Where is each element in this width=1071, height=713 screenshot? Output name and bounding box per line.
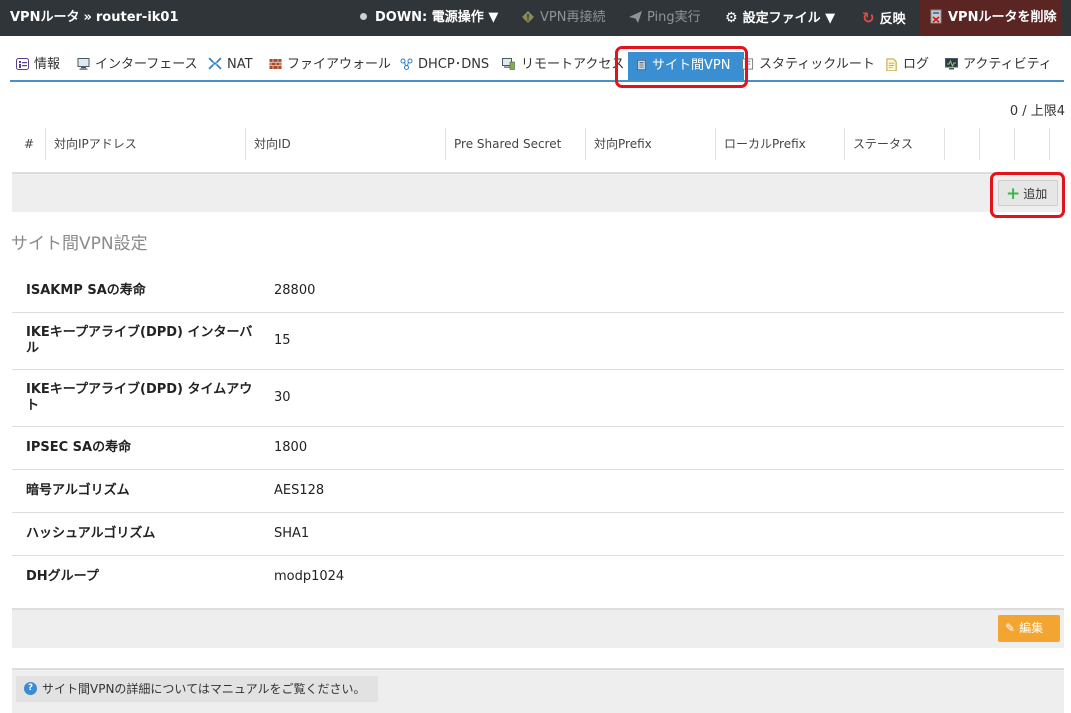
settings-section-title: サイト間VPN設定 xyxy=(11,234,148,254)
settings-row: IPSEC SAの寿命 1800 xyxy=(12,427,1064,470)
config-file-label: 設定ファイル xyxy=(742,11,821,26)
tab-activity[interactable]: アクティビティ xyxy=(945,50,1052,80)
settings-row: ハッシュアルゴリズム SHA1 xyxy=(12,513,1064,556)
settings-row: ISAKMP SAの寿命 28800 xyxy=(12,269,1064,313)
chevron-down-icon: ▼ xyxy=(825,11,836,26)
status-dot-icon xyxy=(360,13,367,20)
settings-row-value: 28800 xyxy=(274,283,316,298)
tab-bar: 情報 インターフェース NAT ファイアウォール DHCP･DNS リモートアク… xyxy=(10,50,1064,82)
power-dropdown-label: DOWN: 電源操作 xyxy=(375,10,484,25)
tab-label: アクティビティ xyxy=(963,57,1052,72)
settings-row-label: ISAKMP SAの寿命 xyxy=(26,283,146,298)
tab-label: DHCP･DNS xyxy=(418,57,490,72)
settings-row: 暗号アルゴリズム AES128 xyxy=(12,470,1064,513)
breadcrumb-root[interactable]: VPNルータ xyxy=(10,10,79,25)
activity-monitor-icon xyxy=(945,57,958,69)
apply-label: 反映 xyxy=(879,12,906,27)
table-header: # 対向IPアドレス 対向ID Pre Shared Secret 対向Pref… xyxy=(12,128,1064,160)
chevron-down-icon: ▼ xyxy=(488,10,499,25)
help-note: ? サイト間VPNの詳細についてはマニュアルをご覧ください。 xyxy=(16,676,378,702)
table-footer-bar xyxy=(12,172,1064,212)
tab-label: リモートアクセス xyxy=(521,57,625,72)
settings-row-label: 暗号アルゴリズム xyxy=(26,483,130,498)
settings-footer-bar xyxy=(12,608,1064,648)
firewall-icon xyxy=(269,58,282,69)
settings-row-label: ハッシュアルゴリズム xyxy=(26,526,156,541)
settings-row-value: 30 xyxy=(274,390,291,405)
add-button-highlight xyxy=(990,172,1065,218)
settings-row-value: SHA1 xyxy=(274,526,310,541)
tab-label: ファイアウォール xyxy=(287,57,392,72)
tab-log[interactable]: ログ xyxy=(886,50,929,80)
tab-label: NAT xyxy=(227,57,253,72)
gear-icon: ⚙ xyxy=(725,10,738,26)
tab-label: ログ xyxy=(903,57,930,72)
tab-label: スタティックルート xyxy=(759,57,875,72)
edit-button-label: 編集 xyxy=(1019,621,1044,635)
tab-remote-access[interactable]: リモートアクセス xyxy=(501,50,624,80)
settings-row-value: modp1024 xyxy=(274,569,345,584)
active-tab-highlight xyxy=(615,46,748,88)
help-note-text: サイト間VPNの詳細についてはマニュアルをご覧ください。 xyxy=(42,682,366,696)
info-icon xyxy=(16,57,29,70)
settings-row-label: IPSEC SAの寿命 xyxy=(26,440,132,455)
column-header-peer-id: 対向ID xyxy=(245,128,445,160)
refresh-icon: ↻ xyxy=(862,9,875,27)
delete-router-label: VPNルータを削除 xyxy=(948,10,1057,25)
settings-row: DHグループ modp1024 xyxy=(12,556,1064,599)
vpn-reconnect-button[interactable]: VPN再接続 xyxy=(521,0,605,36)
column-header-peer-ip: 対向IPアドレス xyxy=(45,128,245,160)
item-count: 0 / 上限4 xyxy=(1009,104,1065,119)
tab-nat[interactable]: NAT xyxy=(208,50,253,80)
column-header-pre-shared-secret: Pre Shared Secret xyxy=(445,128,585,160)
remote-pc-icon xyxy=(502,57,515,70)
pencil-icon: ✎ xyxy=(1005,621,1016,635)
tab-label: インターフェース xyxy=(95,57,198,72)
column-header-index: # xyxy=(24,137,35,151)
log-file-icon xyxy=(886,57,897,71)
settings-row: IKEキープアライブ(DPD) インターバル 15 xyxy=(12,313,1064,370)
column-header-action-2 xyxy=(979,128,1014,160)
warning-icon xyxy=(522,10,534,23)
tab-info[interactable]: 情報 xyxy=(16,50,60,80)
breadcrumb-current: router-ik01 xyxy=(95,10,179,25)
apply-button[interactable]: ↻ 反映 xyxy=(862,0,906,36)
settings-row-label: DHグループ xyxy=(26,569,99,584)
settings-row-value: AES128 xyxy=(274,483,325,498)
column-header-peer-prefix: 対向Prefix xyxy=(585,128,715,160)
settings-row-label: IKEキープアライブ(DPD) インターバル xyxy=(26,325,253,356)
ping-button[interactable]: Ping実行 xyxy=(629,0,701,36)
column-header-status: ステータス xyxy=(844,128,944,160)
settings-row-label: IKEキープアライブ(DPD) タイムアウト xyxy=(26,382,253,413)
delete-router-button[interactable]: VPNルータを削除 xyxy=(919,0,1062,36)
edit-button[interactable]: ✎ 編集 xyxy=(998,615,1060,642)
monitor-icon xyxy=(77,57,90,70)
power-dropdown[interactable]: DOWN: 電源操作 ▼ xyxy=(360,0,498,36)
vpn-reconnect-label: VPN再接続 xyxy=(540,10,606,25)
network-nodes-icon xyxy=(400,58,413,70)
settings-row-value: 15 xyxy=(274,333,291,348)
tab-label: 情報 xyxy=(34,57,61,72)
column-header-local-prefix: ローカルPrefix xyxy=(715,128,844,160)
breadcrumb: VPNルータ » router-ik01 xyxy=(10,0,179,36)
settings-row: IKEキープアライブ(DPD) タイムアウト 30 xyxy=(12,370,1064,427)
tab-firewall[interactable]: ファイアウォール xyxy=(269,50,391,80)
column-header-action-4 xyxy=(1049,128,1064,160)
nat-arrows-icon xyxy=(208,57,222,70)
breadcrumb-separator: » xyxy=(83,10,92,25)
paper-plane-icon xyxy=(629,10,642,23)
ping-label: Ping実行 xyxy=(647,10,701,25)
help-question-icon: ? xyxy=(24,682,37,695)
router-delete-icon xyxy=(930,9,942,24)
settings-row-value: 1800 xyxy=(274,440,308,455)
top-bar: VPNルータ » router-ik01 DOWN: 電源操作 ▼ VPN再接続 P… xyxy=(0,0,1071,36)
tab-dhcp-dns[interactable]: DHCP･DNS xyxy=(400,50,489,80)
column-header-action-3 xyxy=(1014,128,1049,160)
tab-static-route[interactable]: スタティックルート xyxy=(742,50,875,80)
column-header-action-1 xyxy=(944,128,979,160)
config-file-dropdown[interactable]: ⚙ 設定ファイル ▼ xyxy=(725,0,835,36)
tab-interface[interactable]: インターフェース xyxy=(77,50,198,80)
